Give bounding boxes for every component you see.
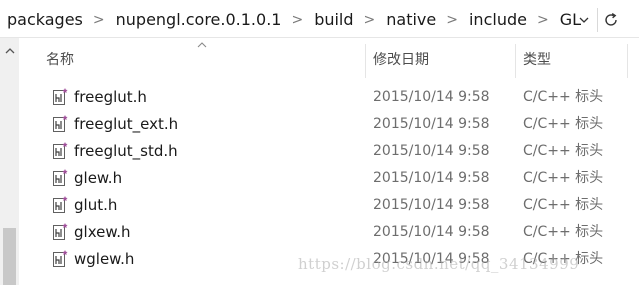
watermark: https://blog.csdn.net/qq_34134999 [298,255,580,273]
breadcrumb-item-packages[interactable]: packages [7,9,83,31]
file-type: C/C++ 标头 [523,197,604,213]
column-divider[interactable] [365,44,366,78]
file-name[interactable]: freeglut.h [74,88,147,107]
file-row[interactable]: freeglut_ext.h 2015/10/14 9:58 C/C++ 标头 [19,111,639,138]
file-modified: 2015/10/14 9:58 [373,224,490,240]
file-row[interactable]: freeglut.h 2015/10/14 9:58 C/C++ 标头 [19,84,639,111]
file-modified: 2015/10/14 9:58 [373,116,490,132]
column-headers: 名称 修改日期 类型 [19,38,639,82]
refresh-icon[interactable] [600,9,622,31]
breadcrumb-separator-icon[interactable]: > [291,9,303,31]
breadcrumb-item-include[interactable]: include [469,9,527,31]
header-file-icon [53,196,68,213]
file-name[interactable]: wglew.h [74,250,134,269]
file-name[interactable]: glew.h [74,169,122,188]
sort-ascending-icon [197,38,207,51]
navigation-pane-scrollbar[interactable] [0,38,19,285]
file-modified: 2015/10/14 9:58 [373,197,490,213]
file-type: C/C++ 标头 [523,224,604,240]
header-file-icon [53,88,68,105]
file-name[interactable]: freeglut_ext.h [74,115,178,134]
file-row[interactable]: freeglut_std.h 2015/10/14 9:58 C/C++ 标头 [19,138,639,165]
breadcrumb-item-nupengl[interactable]: nupengl.core.0.1.0.1 [116,9,282,31]
file-name[interactable]: glxew.h [74,223,131,242]
column-header-type[interactable]: 类型 [523,51,551,69]
file-type: C/C++ 标头 [523,116,604,132]
file-type: C/C++ 标头 [523,143,604,159]
file-row[interactable]: glut.h 2015/10/14 9:58 C/C++ 标头 [19,192,639,219]
file-type: C/C++ 标头 [523,89,604,105]
file-name[interactable]: glut.h [74,196,117,215]
address-bar[interactable]: packages > nupengl.core.0.1.0.1 > build … [0,0,639,38]
scroll-up-icon[interactable] [0,44,19,60]
header-file-icon [53,250,68,267]
header-file-icon [53,169,68,186]
scroll-thumb[interactable] [3,228,16,285]
file-modified: 2015/10/14 9:58 [373,89,490,105]
file-modified: 2015/10/14 9:58 [373,143,490,159]
column-divider[interactable] [627,44,628,78]
breadcrumb-separator-icon[interactable]: > [93,9,105,31]
breadcrumb-separator-icon[interactable]: > [446,9,458,31]
breadcrumb-item-native[interactable]: native [386,9,436,31]
address-controls [573,8,639,32]
file-row[interactable]: glew.h 2015/10/14 9:58 C/C++ 标头 [19,165,639,192]
file-type: C/C++ 标头 [523,170,604,186]
column-divider[interactable] [515,44,516,78]
chevron-down-icon[interactable] [573,9,595,31]
breadcrumb-separator-icon[interactable]: > [364,9,376,31]
header-file-icon [53,223,68,240]
file-modified: 2015/10/14 9:58 [373,170,490,186]
column-header-modified[interactable]: 修改日期 [373,51,429,69]
address-divider [597,8,598,32]
file-row[interactable]: glxew.h 2015/10/14 9:58 C/C++ 标头 [19,219,639,246]
breadcrumb: packages > nupengl.core.0.1.0.1 > build … [7,9,581,31]
breadcrumb-item-build[interactable]: build [314,9,353,31]
header-file-icon [53,142,68,159]
header-file-icon [53,115,68,132]
column-header-name[interactable]: 名称 [46,51,74,69]
breadcrumb-separator-icon[interactable]: > [537,9,549,31]
file-name[interactable]: freeglut_std.h [74,142,178,161]
